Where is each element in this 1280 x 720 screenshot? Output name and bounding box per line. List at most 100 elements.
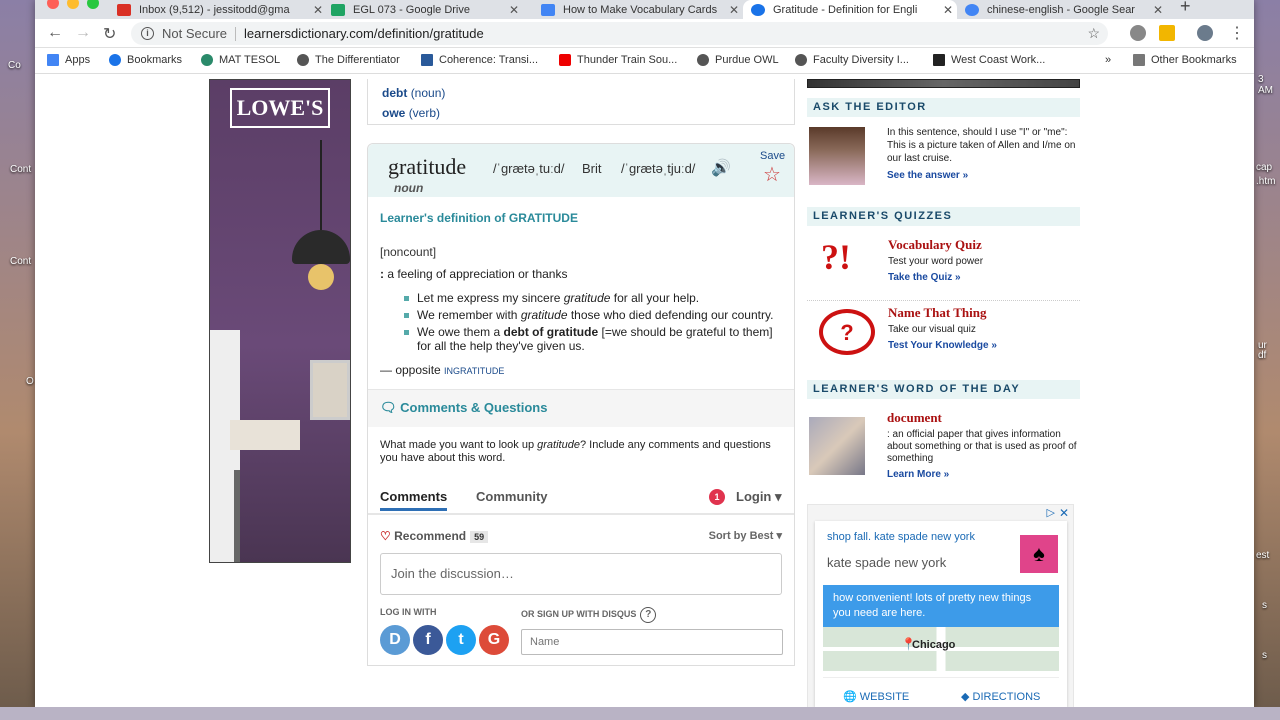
- prompt-keyword: gratitude: [537, 439, 580, 451]
- tab-gratitude[interactable]: Gratitude - Definition for Engli ✕: [743, 0, 957, 19]
- desktop-icon-label[interactable]: Cont: [10, 164, 31, 175]
- minimize-window-button[interactable]: [67, 0, 79, 9]
- close-window-button[interactable]: [47, 0, 59, 9]
- learner-definition-heading: Learner's definition of GRATITUDE: [380, 211, 578, 225]
- wotd-photo[interactable]: [809, 417, 865, 475]
- desktop-icon-label[interactable]: est: [1256, 550, 1269, 561]
- globe-icon: [297, 54, 309, 66]
- example-keyword: debt of gratitude: [503, 325, 599, 339]
- join-discussion-input[interactable]: Join the discussion…: [380, 553, 782, 595]
- editor-photo[interactable]: [809, 127, 865, 185]
- desktop-icon-label[interactable]: Cont: [10, 256, 31, 267]
- desktop-icon-label[interactable]: O: [26, 376, 34, 387]
- related-word[interactable]: owe: [382, 106, 405, 120]
- notification-badge[interactable]: 1: [709, 489, 725, 505]
- address-bar[interactable]: i Not Secure learnersdictionary.com/defi…: [131, 22, 1108, 45]
- page-content: LOWE'S debt (noun) owe (verb) gratitude …: [35, 79, 1254, 707]
- bookmark-coherence[interactable]: Coherence: Transi...: [421, 54, 538, 66]
- reload-icon[interactable]: ↻: [103, 24, 116, 44]
- name-field[interactable]: [521, 629, 783, 655]
- desktop-icon-label[interactable]: 3 AM: [1258, 74, 1280, 96]
- wotd-word[interactable]: document: [887, 410, 942, 426]
- ad-card[interactable]: shop fall. kate spade new york kate spad…: [815, 521, 1067, 707]
- speaker-icon[interactable]: 🔊: [711, 158, 731, 178]
- see-answer-link[interactable]: See the answer »: [887, 170, 968, 181]
- quiz-title[interactable]: Vocabulary Quiz: [888, 237, 982, 253]
- url-text[interactable]: learnersdictionary.com/definition/gratit…: [244, 26, 484, 41]
- directions-button[interactable]: ◆ DIRECTIONS: [961, 690, 1040, 703]
- desktop-icon-label[interactable]: s: [1262, 650, 1267, 661]
- recommend-button[interactable]: ♡ Recommend 59: [380, 529, 489, 543]
- website-button[interactable]: 🌐 WEBSITE: [843, 690, 909, 703]
- other-bookmarks[interactable]: Other Bookmarks: [1133, 54, 1237, 66]
- bookmark-mat-tesol[interactable]: MAT TESOL: [201, 54, 280, 66]
- tab-inbox[interactable]: Inbox (9,512) - jessitodd@gma ✕: [109, 0, 327, 19]
- kate-spade-advertisement[interactable]: ▷ ✕ shop fall. kate spade new york kate …: [807, 504, 1074, 707]
- close-tab-icon[interactable]: ✕: [1153, 3, 1163, 17]
- tab-title: EGL 073 - Google Drive: [353, 3, 470, 16]
- learn-more-link[interactable]: Learn More »: [887, 469, 949, 480]
- ad-subtitle: kate spade new york: [827, 555, 947, 570]
- desktop-icon-label[interactable]: s: [1262, 600, 1267, 611]
- folder-icon: [1133, 54, 1145, 66]
- bookmark-thunder-train[interactable]: Thunder Train Sou...: [559, 54, 677, 66]
- desktop-icon-label[interactable]: .htm: [1256, 176, 1275, 187]
- bookmark-differentiator[interactable]: The Differentiator: [297, 54, 400, 66]
- bookmark-bookmarks[interactable]: Bookmarks: [109, 54, 182, 66]
- related-item[interactable]: debt (noun): [382, 83, 780, 103]
- new-tab-button[interactable]: +: [1180, 0, 1191, 17]
- close-tab-icon[interactable]: ✕: [729, 3, 739, 17]
- close-tab-icon[interactable]: ✕: [509, 3, 519, 17]
- forward-icon[interactable]: →: [75, 24, 91, 42]
- tab-google-drive[interactable]: EGL 073 - Google Drive ✕: [323, 0, 523, 19]
- close-tab-icon[interactable]: ✕: [943, 3, 953, 17]
- close-tab-icon[interactable]: ✕: [313, 3, 323, 17]
- quiz-question-icon[interactable]: ?!: [821, 236, 851, 278]
- info-icon[interactable]: i: [141, 27, 154, 40]
- bookmark-star-icon[interactable]: ☆: [1087, 25, 1100, 42]
- eye-icon[interactable]: ?: [819, 309, 875, 355]
- desktop-icon-label[interactable]: df: [1258, 350, 1266, 361]
- drive-icon: [331, 3, 345, 16]
- save-link[interactable]: Save: [760, 150, 785, 162]
- related-words: debt (noun) owe (verb): [367, 79, 795, 125]
- tab-vocabulary-cards[interactable]: How to Make Vocabulary Cards ✕: [533, 0, 743, 19]
- ad-title[interactable]: shop fall. kate spade new york: [827, 531, 975, 543]
- login-dropdown[interactable]: Login ▾: [736, 489, 782, 505]
- desktop-icon-label[interactable]: cap: [1256, 162, 1272, 173]
- drive-extension-icon[interactable]: [1130, 25, 1146, 41]
- desktop-icon-label[interactable]: Co: [8, 60, 21, 71]
- take-quiz-link[interactable]: Take the Quiz »: [888, 272, 961, 283]
- adchoices-icon[interactable]: ▷: [1047, 506, 1055, 519]
- disqus-login-icon[interactable]: D: [380, 625, 410, 655]
- bookmark-faculty-diversity[interactable]: Faculty Diversity I...: [795, 54, 909, 66]
- macos-dock[interactable]: [0, 707, 1280, 720]
- tab-google-search[interactable]: chinese-english - Google Sear ✕: [957, 0, 1167, 19]
- sort-dropdown[interactable]: Sort by Best ▾: [709, 529, 782, 542]
- example-text: those who died defending our country.: [567, 308, 774, 322]
- save-star-icon[interactable]: ☆: [763, 162, 781, 187]
- twitter-login-icon[interactable]: t: [446, 625, 476, 655]
- opposite-link[interactable]: INGRATITUDE: [444, 366, 504, 376]
- more-bookmarks-icon[interactable]: »: [1105, 54, 1111, 66]
- google-login-icon[interactable]: G: [479, 625, 509, 655]
- related-word[interactable]: debt: [382, 86, 407, 100]
- profile-avatar[interactable]: [1197, 25, 1213, 41]
- help-icon[interactable]: ?: [640, 607, 657, 623]
- menu-icon[interactable]: ⋮: [1229, 23, 1245, 43]
- close-ad-icon[interactable]: ✕: [1059, 506, 1069, 520]
- tab-community[interactable]: Community: [476, 489, 548, 504]
- test-knowledge-link[interactable]: Test Your Knowledge »: [888, 340, 997, 351]
- extension-icon[interactable]: [1159, 25, 1175, 41]
- tab-comments[interactable]: Comments: [380, 489, 448, 511]
- quiz-subtitle: Test your word power: [888, 256, 984, 267]
- bookmark-purdue-owl[interactable]: Purdue OWL: [697, 54, 779, 66]
- back-icon[interactable]: ←: [47, 24, 63, 42]
- lowes-advertisement[interactable]: LOWE'S: [209, 79, 351, 563]
- facebook-login-icon[interactable]: f: [413, 625, 443, 655]
- related-item[interactable]: owe (verb): [382, 103, 780, 123]
- bookmark-west-coast[interactable]: West Coast Work...: [933, 54, 1045, 66]
- quiz-title[interactable]: Name That Thing: [888, 305, 987, 321]
- maximize-window-button[interactable]: [87, 0, 99, 9]
- bookmark-apps[interactable]: Apps: [47, 54, 90, 66]
